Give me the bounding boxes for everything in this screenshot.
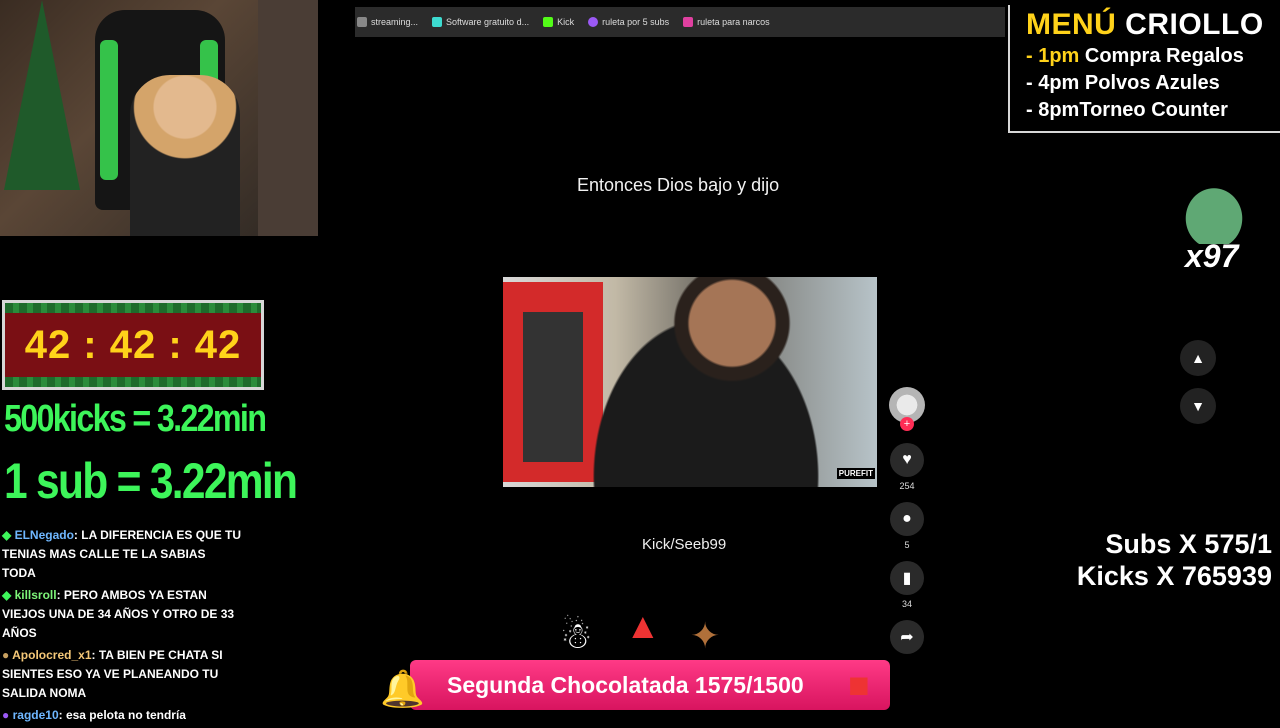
post-caption: Entonces Dios bajo y dijo (577, 175, 780, 195)
subs-stat: Subs X 575/1 (1105, 529, 1272, 559)
webcam-feed (0, 0, 318, 236)
chevron-down-icon: ▼ (1191, 398, 1205, 414)
menu-item: - 4pm Polvos Azules (1026, 72, 1220, 94)
bell-icon: 🔔 (380, 668, 425, 709)
chat-panel: ◆ ELNegado: LA DIFERENCIA ES QUE TU TENI… (2, 526, 242, 728)
follow-plus-icon[interactable]: + (900, 417, 914, 431)
subathon-timer: 42 : 42 : 42 (2, 300, 264, 390)
chat-username[interactable]: Apolocred_x1 (12, 648, 91, 662)
bookmark-3[interactable]: ruleta por 5 subs (588, 17, 669, 27)
reindeer-icon: ✦ (690, 615, 721, 656)
bookmark-icon (588, 17, 599, 27)
save-button[interactable]: ▮ (890, 561, 924, 595)
snowman-icon: ☃ (560, 615, 593, 656)
like-button[interactable]: ♥ (890, 443, 924, 477)
badge-icon: ◆ (2, 528, 15, 542)
sub-rule: 1 sub = 3.22min (4, 453, 298, 509)
bookmark-icon (683, 17, 694, 27)
bookmark-0[interactable]: streaming... (357, 17, 418, 27)
chat-message: ● Apolocred_x1: TA BIEN PE CHATA SI SIEN… (2, 646, 242, 703)
heart-icon: ♥ (902, 451, 912, 468)
gift-icon: ■ (848, 664, 870, 705)
chevron-up-icon: ▲ (1191, 350, 1205, 366)
bookmark-icon (357, 17, 367, 27)
timer-value: 42 : 42 : 42 (24, 322, 242, 367)
menu-item: - 8pmTorneo Counter (1026, 99, 1228, 121)
bookmark-4[interactable]: ruleta para narcos (683, 17, 770, 27)
chat-message: ◆ ELNegado: LA DIFERENCIA ES QUE TU TENI… (2, 526, 242, 583)
chat-message: ◆ killsroll: PERO AMBOS YA ESTAN VIEJOS … (2, 586, 242, 643)
comment-icon: ● (902, 510, 912, 527)
bookmark-2[interactable]: Kick (543, 17, 574, 27)
creator-avatar[interactable]: + (889, 387, 925, 431)
comment-button[interactable]: ● (890, 502, 924, 536)
menu-title: MENÚ CRIOLLO (1026, 8, 1264, 41)
post-handle: Kick/Seeb99 (642, 536, 727, 553)
chat-message: ● ragde10: esa pelota no tendría (2, 706, 242, 725)
action-column: + ♥ 254 ● 5 ▮ 34 ➦ (888, 387, 926, 654)
menu-item: - 1pm Compra Regalos (1026, 45, 1244, 67)
santa-hat-icon: ▲ (625, 605, 661, 646)
bookmark-icon (432, 17, 443, 27)
video-player[interactable]: PUREFIT (503, 277, 877, 487)
kicks-rule: 500kicks = 3.22min (4, 398, 267, 440)
frog-count: x97 (1185, 238, 1239, 274)
video-subject (563, 277, 823, 487)
goal-text: Segunda Chocolatada 1575/1500 (447, 672, 804, 698)
badge-icon: ◆ (2, 588, 15, 602)
video-watermark: PUREFIT (836, 468, 875, 479)
comment-count: 5 (904, 540, 910, 550)
bookmark-1[interactable]: Software gratuito d... (432, 17, 529, 27)
shelf (258, 0, 318, 236)
chat-username[interactable]: ELNegado (15, 528, 74, 542)
streamer (130, 75, 240, 236)
stats-panel: Subs X 575/1 Kicks X 765939 (1077, 528, 1272, 592)
chair-stripe-left (100, 40, 118, 180)
like-count: 254 (899, 481, 915, 491)
schedule-menu: MENÚ CRIOLLO - 1pm Compra Regalos - 4pm … (1008, 5, 1280, 133)
christmas-tree (4, 0, 80, 190)
save-count: 34 (901, 599, 912, 609)
chat-username[interactable]: killsroll (15, 588, 57, 602)
kicks-stat: Kicks X 765939 (1076, 561, 1272, 591)
bookmark-icon: ▮ (902, 570, 912, 587)
share-button[interactable]: ➦ (890, 620, 924, 654)
badge-icon: ● (2, 648, 13, 662)
kick-icon (543, 17, 554, 27)
frog-icon (1178, 180, 1250, 244)
next-video-button[interactable]: ▼ (1180, 388, 1216, 424)
bookmarks-bar: streaming... Software gratuito d... Kick… (355, 7, 1005, 37)
previous-video-button[interactable]: ▲ (1180, 340, 1216, 376)
share-icon: ➦ (900, 629, 914, 646)
garland-bottom (5, 377, 261, 387)
garland-top (5, 303, 261, 313)
